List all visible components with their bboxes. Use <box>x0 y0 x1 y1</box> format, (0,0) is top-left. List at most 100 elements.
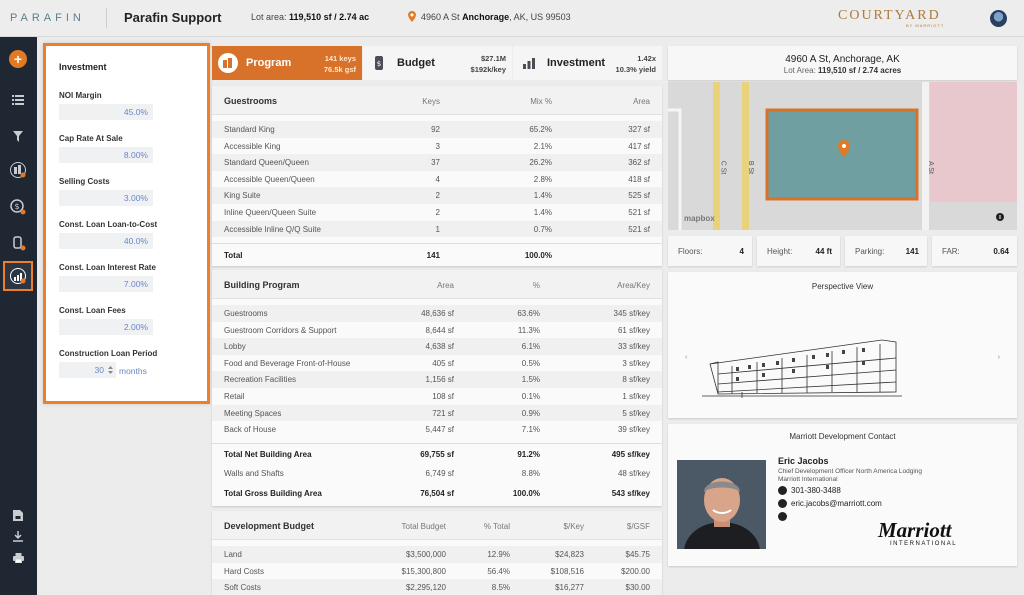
loan-fees-input[interactable]: 2.00% <box>59 319 153 335</box>
budget-tab-icon: $ <box>375 56 383 70</box>
tab-program-meta: 141 keys 76.5k gsf <box>323 54 356 74</box>
stat-far: FAR: 0.64 <box>932 236 1017 266</box>
building-row: Back of House 5,447 sf 7.1% 39 sf/key <box>224 425 650 435</box>
program-tab-icon <box>218 53 238 73</box>
guestrooms-total-row: Total 141 100.0% <box>212 243 662 265</box>
site-lot-area: Lot Area: 119,510 sf / 2.74 acres <box>783 66 902 75</box>
investment-title: Investment <box>59 62 107 72</box>
marriott-logo-sub: INTERNATIONAL <box>890 541 958 547</box>
loan-to-cost-label: Const. Loan Loan-to-Cost <box>59 220 158 229</box>
noi-margin-label: NOI Margin <box>59 91 102 100</box>
building-program-table: Building Program Area % Area/Key Guestro… <box>212 270 662 506</box>
app-title: Parafin Support <box>124 10 222 25</box>
net-area-row: Total Net Building Area 69,755 sf 91.2% … <box>212 442 662 463</box>
guestrooms-header: Guestrooms Keys Mix % Area <box>212 86 662 115</box>
budget-row: Hard Costs $15,300,800 56.4% $108,516 $200.0… <box>224 566 650 576</box>
contact-card: Marriott Development Contact Eric Jacobs… <box>668 424 1017 566</box>
courtyard-logo-sub: BY MARRIOTT <box>906 23 945 28</box>
loan-fees-label: Const. Loan Fees <box>59 306 126 315</box>
contact-role: Chief Development Officer North America … <box>778 468 923 475</box>
parafin-logo[interactable]: PARAFIN <box>10 12 85 24</box>
stat-height: Height: 44 ft <box>757 236 840 266</box>
tab-investment-meta: 1.42x 10.3% yield <box>615 54 656 74</box>
building-row: Retail 108 sf 0.1% 1 sf/key <box>224 391 650 401</box>
site-title: 4960 A St, Anchorage, AK <box>785 54 900 65</box>
building-row: Food and Beverage Front-of-House 405 sf 0.… <box>224 358 650 368</box>
tab-investment[interactable]: Investment 1.42x 10.3% yield <box>513 46 662 80</box>
selling-costs-label: Selling Costs <box>59 177 110 186</box>
budget-header: Development Budget Total Budget % Total … <box>212 511 662 540</box>
investment-icon[interactable] <box>3 261 33 291</box>
loan-to-cost-input[interactable]: 40.0% <box>59 233 153 249</box>
stat-floors: Floors: 4 <box>668 236 752 266</box>
hotel-sketch <box>702 339 902 398</box>
section-tabs: Program 141 keys 76.5k gsf $ Budget $27.1… <box>212 46 662 82</box>
prev-arrow-icon[interactable]: ‹ <box>685 354 687 361</box>
col-area: Area <box>633 97 650 106</box>
header-divider <box>106 8 107 28</box>
building-header: Building Program Area % Area/Key <box>212 270 662 299</box>
col-per-key: $/Key <box>563 522 584 531</box>
linkedin-icon[interactable] <box>778 512 787 521</box>
street-c: C St <box>719 160 727 175</box>
lot-area: Lot area: 119,510 sf / 2.74 ac <box>251 12 370 22</box>
tab-program[interactable]: Program 141 keys 76.5k gsf <box>212 46 362 80</box>
program-icon[interactable] <box>6 158 30 182</box>
building-row: Guestroom Corridors & Support 8,644 sf 11.… <box>224 325 650 335</box>
col-total-budget: Total Budget <box>401 522 446 531</box>
col-mix: Mix % <box>530 97 552 106</box>
contact-photo <box>677 460 766 549</box>
col-area: Area <box>437 281 454 290</box>
site-header-card: 4960 A St, Anchorage, AK Lot Area: 119,5… <box>668 46 1017 80</box>
selling-costs-input[interactable]: 3.00% <box>59 190 153 206</box>
add-icon[interactable]: + <box>9 50 27 68</box>
tab-budget[interactable]: $ Budget $27.1M $192k/key <box>363 46 512 80</box>
user-avatar[interactable] <box>990 10 1007 27</box>
guestroom-row: Standard King 92 65.2% 327 sf <box>212 121 662 138</box>
contact-title: Marriott Development Contact <box>789 432 896 441</box>
investment-tab-icon <box>523 58 535 69</box>
contact-phone[interactable]: 301-380-3488 <box>791 486 841 495</box>
guestroom-row: Standard Queen/Queen 37 26.2% 362 sf <box>212 154 662 171</box>
sidebar: + $ <box>0 37 37 595</box>
map-canvas <box>668 82 1017 230</box>
building-row: Meeting Spaces 721 sf 0.9% 5 sf/key <box>212 404 662 422</box>
budget-icon[interactable]: $ <box>6 195 30 219</box>
filter-icon[interactable] <box>6 124 30 148</box>
col-percent: % <box>532 281 540 290</box>
interest-rate-input[interactable]: 7.00% <box>59 276 153 292</box>
download-icon[interactable] <box>6 524 30 548</box>
building-title: Building Program <box>224 280 300 290</box>
building-row: Recreation Facilities 1,156 sf 1.5% 8 sf/ke… <box>212 371 662 388</box>
building-row: Guestrooms 48,636 sf 63.6% 345 sf/key <box>212 305 662 322</box>
contact-company: Marriott International <box>778 476 838 483</box>
cost-icon[interactable] <box>6 231 30 255</box>
development-budget-table: Development Budget Total Budget % Total … <box>212 511 662 595</box>
gross-area-row: Total Gross Building Area 76,504 sf 100.… <box>224 488 650 498</box>
noi-margin-input[interactable]: 45.0% <box>59 104 153 120</box>
contact-email[interactable]: eric.jacobs@marriott.com <box>791 499 882 508</box>
tab-budget-label: Budget <box>397 57 435 69</box>
next-arrow-icon[interactable]: › <box>998 354 1000 361</box>
courtyard-logo: COURTYARD <box>838 8 941 23</box>
tab-investment-label: Investment <box>547 57 606 69</box>
site-address: 4960 A St Anchorage, AK, US 99503 <box>421 12 571 22</box>
street-b: B St <box>747 160 755 175</box>
stat-parking: Parking: 141 <box>845 236 927 266</box>
marriott-logo: Marriott <box>878 518 952 542</box>
stepper-arrows-icon[interactable] <box>108 366 113 374</box>
col-pct-total: % Total <box>483 522 510 531</box>
map-attribution: mapbox <box>684 214 715 223</box>
svg-text:$: $ <box>15 202 20 211</box>
cap-rate-label: Cap Rate At Sale <box>59 134 123 143</box>
svg-text:$: $ <box>377 60 381 68</box>
site-map[interactable]: C St B St A St mapbox <box>668 82 1017 230</box>
loan-period-label: Construction Loan Period <box>59 349 158 358</box>
guestrooms-title: Guestrooms <box>224 96 278 106</box>
print-icon[interactable] <box>6 546 30 570</box>
cap-rate-input[interactable]: 8.00% <box>59 147 153 163</box>
list-icon[interactable] <box>6 88 30 112</box>
guestroom-row: Inline Queen/Queen Suite 2 1.4% 521 sf <box>224 207 650 217</box>
col-area-key: Area/Key <box>617 281 650 290</box>
guestroom-row: King Suite 2 1.4% 525 sf <box>212 187 662 204</box>
